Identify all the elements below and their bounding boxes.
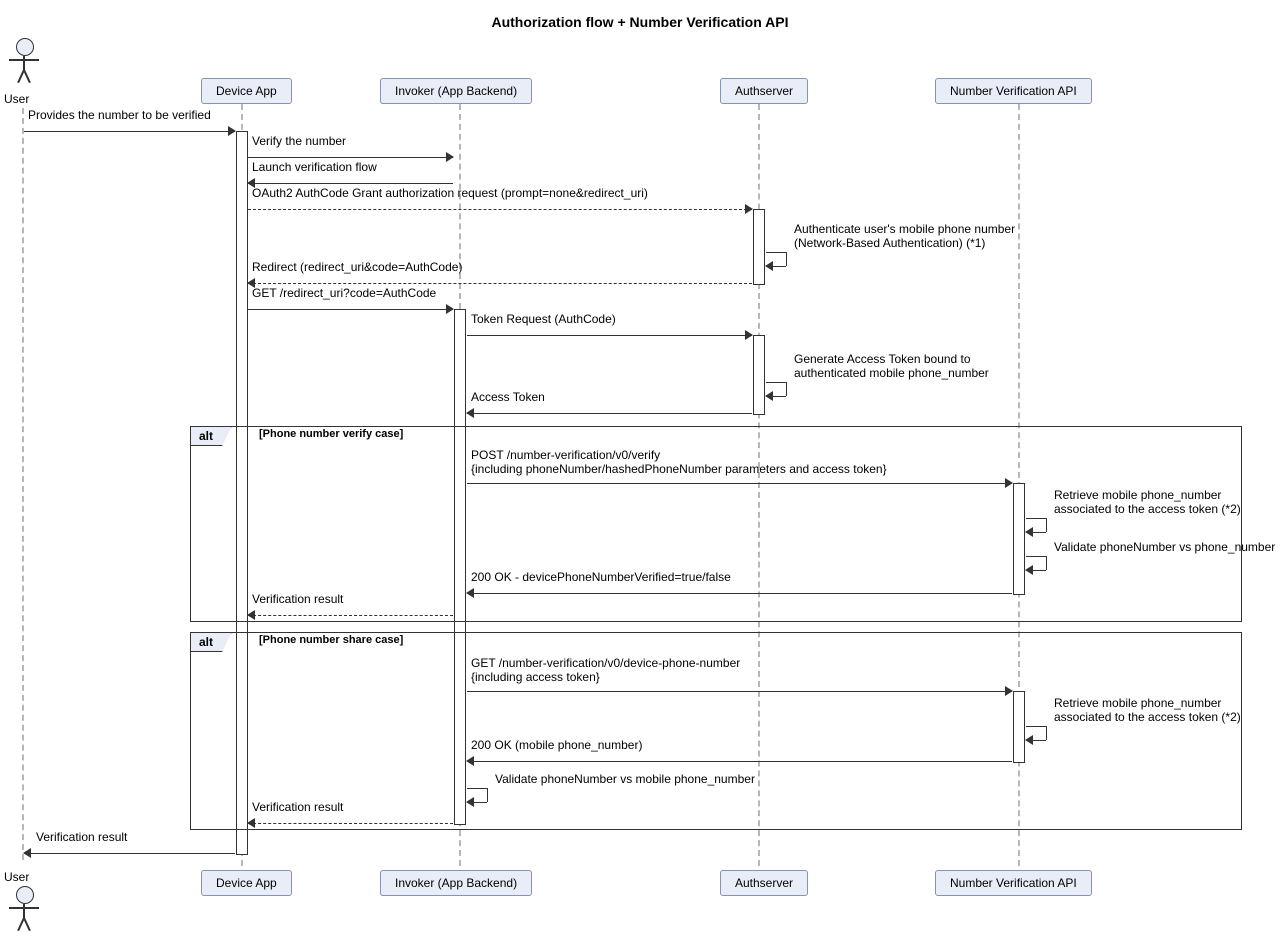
msg-label: 200 OK - devicePhoneNumberVerified=true/…	[471, 570, 731, 584]
participant-auth-bottom: Authserver	[720, 870, 808, 896]
activation-nvapi-1	[1013, 483, 1025, 595]
alt-condition: [Phone number verify case]	[259, 428, 403, 440]
msg-label: Redirect (redirect_uri&code=AuthCode)	[252, 260, 462, 274]
alt-tag: alt	[190, 426, 232, 446]
participant-nvapi-bottom: Number Verification API	[935, 870, 1092, 896]
participant-auth-top: Authserver	[720, 78, 808, 104]
msg-label: OAuth2 AuthCode Grant authorization requ…	[252, 186, 648, 200]
alt-condition: [Phone number share case]	[259, 634, 403, 646]
msg-200-mpn: 200 OK (mobile phone_number)	[467, 754, 1012, 768]
sequence-diagram: Authorization flow + Number Verification…	[0, 0, 1280, 941]
msg-200-verified: 200 OK - devicePhoneNumberVerified=true/…	[467, 586, 1012, 600]
participant-device-top: Device App	[201, 78, 292, 104]
msg-label: Verification result	[252, 592, 343, 606]
msg-get-dpn: GET /number-verification/v0/device-phone…	[467, 684, 1012, 698]
msg-label: GET /redirect_uri?code=AuthCode	[252, 286, 436, 300]
msg-label: GET /number-verification/v0/device-phone…	[471, 656, 740, 670]
msg-label: Verify the number	[252, 134, 346, 148]
msg-label: associated to the access token (*2)	[1054, 502, 1241, 516]
activation-auth-1	[753, 209, 765, 285]
participant-nvapi-top: Number Verification API	[935, 78, 1092, 104]
msg-label: Provides the number to be verified	[28, 108, 211, 122]
participant-invoker-top: Invoker (App Backend)	[380, 78, 532, 104]
msg-label: (Network-Based Authentication) (*1)	[794, 236, 985, 250]
msg-label: Token Request (AuthCode)	[471, 312, 616, 326]
msg-label: POST /number-verification/v0/verify	[471, 448, 660, 462]
user-actor-icon-bottom	[16, 886, 34, 904]
participant-invoker-bottom: Invoker (App Backend)	[380, 870, 532, 896]
activation-auth-2	[753, 335, 765, 415]
msg-provides-number: Provides the number to be verified	[24, 124, 235, 138]
diagram-title: Authorization flow + Number Verification…	[0, 14, 1280, 30]
activation-nvapi-2	[1013, 691, 1025, 763]
msg-label: Verification result	[36, 830, 127, 844]
participant-user-top: User	[4, 92, 29, 106]
msg-label: Authenticate user's mobile phone number	[794, 222, 1015, 236]
user-actor-body-bottom-icon	[9, 904, 39, 930]
msg-label: 200 OK (mobile phone_number)	[471, 738, 642, 752]
msg-label: associated to the access token (*2)	[1054, 710, 1241, 724]
msg-label: {including access token}	[471, 670, 600, 684]
msg-label: Launch verification flow	[252, 160, 377, 174]
msg-label: Validate phoneNumber vs phone_number	[1054, 540, 1275, 554]
msg-oauth-request: OAuth2 AuthCode Grant authorization requ…	[248, 202, 752, 216]
msg-get-redirect: GET /redirect_uri?code=AuthCode	[248, 302, 453, 316]
msg-label: Verification result	[252, 800, 343, 814]
msg-result-2: Verification result	[248, 816, 453, 830]
lifeline-user	[22, 108, 24, 860]
msg-label: {including phoneNumber/hashedPhoneNumber…	[471, 462, 887, 476]
msg-label: authenticated mobile phone_number	[794, 366, 989, 380]
user-actor-icon	[16, 38, 34, 56]
msg-label: Access Token	[471, 390, 545, 404]
msg-access-token: Access Token	[467, 406, 752, 420]
msg-label: Validate phoneNumber vs mobile phone_num…	[495, 772, 755, 786]
participant-device-bottom: Device App	[201, 870, 292, 896]
msg-label: Generate Access Token bound to	[794, 352, 971, 366]
msg-label: Retrieve mobile phone_number	[1054, 488, 1221, 502]
participant-user-bottom: User	[4, 870, 29, 884]
alt-tag: alt	[190, 632, 232, 652]
msg-post-verify: POST /number-verification/v0/verify {inc…	[467, 476, 1012, 490]
msg-label: Retrieve mobile phone_number	[1054, 696, 1221, 710]
msg-result-final: Verification result	[24, 846, 235, 860]
msg-token-request: Token Request (AuthCode)	[467, 328, 752, 342]
msg-result-1: Verification result	[248, 608, 453, 622]
user-actor-body-icon	[9, 56, 39, 82]
